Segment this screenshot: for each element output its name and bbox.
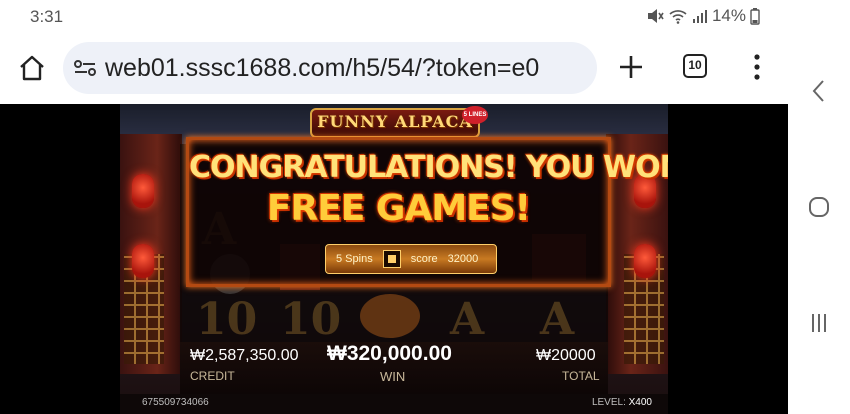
spins-text: 5 Spins xyxy=(336,253,373,265)
browser-toolbar: web01.sssc1688.com/h5/54/?token=e0 10 xyxy=(0,32,788,104)
home-icon[interactable] xyxy=(16,52,48,84)
level-value: X400 xyxy=(628,397,652,408)
lantern-icon xyxy=(132,174,154,208)
game-hud: ₩2,587,350.00 CREDIT ₩320,000.00 WIN ₩20… xyxy=(180,342,608,394)
lantern-icon xyxy=(634,244,656,278)
status-icons: 14% xyxy=(646,6,760,26)
game-footer: 675509734066 LEVEL: X400 xyxy=(120,394,668,414)
overflow-menu-icon[interactable] xyxy=(748,52,766,82)
status-bar: 3:31 14% xyxy=(0,0,788,32)
money-toad-icon xyxy=(360,294,420,338)
level-indicator: LEVEL: X400 xyxy=(592,397,652,408)
win-label: WIN xyxy=(380,369,406,384)
total-label: TOTAL xyxy=(562,369,600,383)
game-id: 675509734066 xyxy=(142,397,209,408)
game-viewport[interactable]: A 10 10 A A FUNNY ALPACA 5 LINES CONGRAT… xyxy=(0,104,788,414)
signal-icon xyxy=(692,10,707,23)
frame-icon xyxy=(382,250,401,268)
free-games-popup[interactable]: CONGRATULATIONS! YOU WON FREE GAMES! 5 S… xyxy=(186,137,668,287)
tab-switcher-icon[interactable]: 10 xyxy=(683,54,707,78)
home-circle-icon[interactable] xyxy=(806,194,832,220)
total-value: ₩20000 xyxy=(536,347,596,364)
recents-icon[interactable] xyxy=(806,310,832,336)
popup-title: CONGRATULATIONS! YOU WON xyxy=(189,150,668,185)
score-label: score xyxy=(410,253,438,265)
back-chevron-icon[interactable] xyxy=(806,78,832,104)
win-value: ₩320,000.00 xyxy=(327,342,452,365)
reel-symbol: A xyxy=(450,294,485,345)
game-logo: FUNNY ALPACA 5 LINES xyxy=(310,106,488,138)
battery-percent: 14% xyxy=(711,6,746,25)
lines-badge: 5 LINES xyxy=(462,106,488,124)
game-logo-text: FUNNY ALPACA xyxy=(317,112,473,131)
site-settings-icon[interactable] xyxy=(73,57,97,79)
reel-symbol: 10 xyxy=(280,294,342,345)
reel-symbol: A xyxy=(540,294,575,345)
credit-label: CREDIT xyxy=(190,369,235,383)
url-text[interactable]: web01.sssc1688.com/h5/54/?token=e0 xyxy=(105,54,539,83)
status-time: 3:31 xyxy=(30,7,64,26)
address-bar[interactable]: web01.sssc1688.com/h5/54/?token=e0 xyxy=(63,42,597,94)
battery-icon xyxy=(750,8,760,25)
new-tab-plus-icon[interactable] xyxy=(616,52,646,82)
level-label: LEVEL: xyxy=(591,397,626,408)
score-value: 32000 xyxy=(447,253,479,265)
wifi-icon xyxy=(669,10,687,24)
lantern-icon xyxy=(132,244,154,278)
popup-subtitle: FREE GAMES! xyxy=(266,188,531,229)
credit-value: ₩2,587,350.00 xyxy=(190,347,299,364)
slot-game-scene[interactable]: A 10 10 A A FUNNY ALPACA 5 LINES CONGRAT… xyxy=(120,104,668,414)
spins-score-plate: 5 Spins score 32000 xyxy=(325,244,497,274)
mute-icon xyxy=(647,9,664,23)
reel-symbol: 10 xyxy=(196,294,258,345)
navigation-bar xyxy=(788,0,850,414)
